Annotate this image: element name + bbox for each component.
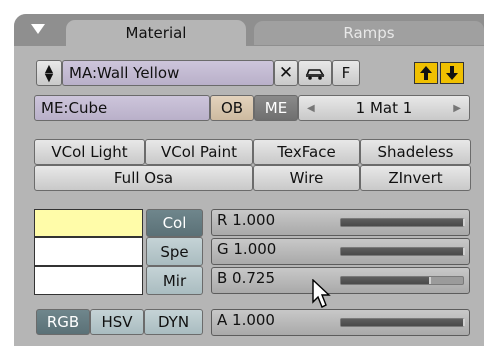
b-slider[interactable]: B 0.725 (211, 267, 470, 294)
arrow-down-icon (446, 66, 458, 80)
a-slider-label: A 1.000 (217, 311, 275, 329)
a-slider-track (340, 318, 465, 327)
ob-link-button[interactable]: OB (210, 95, 254, 121)
material-index-field[interactable]: ◀ 1 Mat 1 ▶ (298, 95, 470, 121)
spe-swatch[interactable] (34, 237, 143, 266)
full-osa-button[interactable]: Full Osa (34, 165, 253, 191)
collapse-triangle-icon[interactable] (31, 24, 45, 34)
vcol-light-button[interactable]: VCol Light (34, 139, 145, 165)
move-down-button[interactable] (440, 62, 464, 84)
mouse-cursor-icon (312, 279, 331, 308)
browse-button[interactable]: ▲ ▼ (36, 60, 62, 86)
rgb-button[interactable]: RGB (36, 309, 90, 335)
material-name-field[interactable]: MA:Wall Yellow (62, 60, 274, 86)
car-icon (305, 69, 325, 80)
mesh-name-field[interactable]: ME:Cube (34, 95, 210, 121)
left-arrow-icon[interactable]: ◀ (307, 103, 315, 114)
arrow-up-icon (420, 66, 432, 80)
move-up-button[interactable] (414, 62, 438, 84)
shadeless-button[interactable]: Shadeless (360, 139, 471, 165)
g-slider-track (340, 247, 465, 256)
zinvert-button[interactable]: ZInvert (360, 165, 471, 191)
dyn-button[interactable]: DYN (144, 309, 203, 335)
x-icon: ✕ (278, 63, 294, 83)
up-down-arrows-icon: ▲ ▼ (44, 62, 54, 84)
tab-ramps[interactable]: Ramps (254, 21, 484, 45)
texface-button[interactable]: TexFace (253, 139, 360, 165)
g-slider-label: G 1.000 (217, 240, 277, 258)
col-swatch[interactable] (34, 209, 143, 237)
spe-button[interactable]: Spe (146, 237, 203, 266)
r-slider-label: R 1.000 (217, 211, 276, 229)
b-slider-track (340, 276, 464, 285)
vcol-paint-button[interactable]: VCol Paint (145, 139, 253, 165)
car-button[interactable] (298, 60, 332, 86)
tab-material[interactable]: Material (66, 20, 246, 46)
hsv-button[interactable]: HSV (90, 309, 144, 335)
right-arrow-icon[interactable]: ▶ (453, 103, 461, 114)
r-slider[interactable]: R 1.000 (211, 209, 470, 236)
r-slider-track (340, 218, 465, 227)
delete-button[interactable]: ✕ (274, 60, 298, 86)
col-button[interactable]: Col (146, 209, 203, 237)
b-slider-label: B 0.725 (217, 269, 276, 287)
material-index-label: 1 Mat 1 (355, 99, 413, 117)
g-slider[interactable]: G 1.000 (211, 238, 470, 265)
me-link-button[interactable]: ME (254, 95, 298, 121)
mir-button[interactable]: Mir (146, 266, 203, 295)
mir-swatch[interactable] (34, 266, 143, 295)
wire-button[interactable]: Wire (253, 165, 360, 191)
fake-user-button[interactable]: F (332, 60, 360, 86)
a-slider[interactable]: A 1.000 (211, 309, 470, 336)
